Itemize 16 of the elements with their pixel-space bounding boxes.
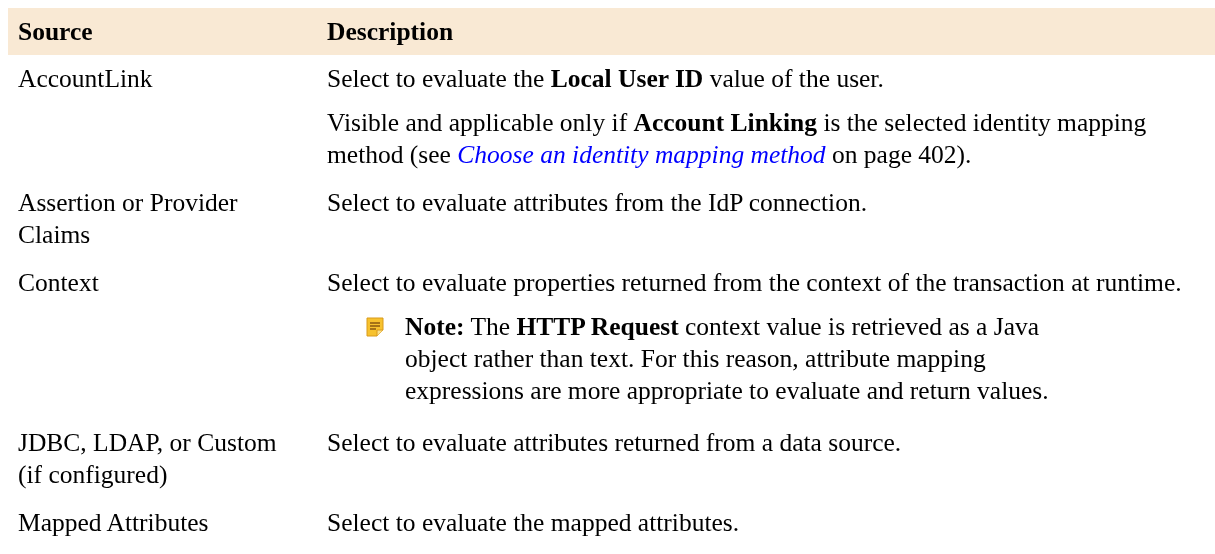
description-text: Visible and applicable only if Account Linking is the selected identity mapping method (see Choose an identity mapping method on page 402). bbox=[327, 107, 1148, 171]
note-icon bbox=[365, 317, 385, 337]
column-header: Source bbox=[17, 15, 94, 48]
source-cell-text: Mapped Attributes bbox=[17, 507, 210, 539]
column-header: Description bbox=[327, 15, 455, 48]
note-text: Note: The HTTP Request context value is retrieved as a Java object rather than text. For this reason, attribute mapping expressions are more appropriate to evaluate and return values. bbox=[405, 311, 1050, 407]
description-text: Select to evaluate properties returned from the context of the transaction at runtime. bbox=[327, 267, 1183, 299]
source-cell-text: AccountLink bbox=[17, 63, 154, 95]
description-text: Select to evaluate the mapped attributes. bbox=[327, 507, 741, 539]
description-text: Select to evaluate the Local User ID value of the user. bbox=[327, 63, 885, 95]
description-text: Select to evaluate attributes from the IdP connection. bbox=[327, 187, 869, 219]
source-cell-text: JDBC, LDAP, or Custom (if configured) bbox=[17, 427, 278, 491]
source-cell-text: Context bbox=[17, 267, 100, 299]
source-cell-text: Assertion or Provider Claims bbox=[17, 187, 239, 251]
link[interactable]: Choose an identity mapping method bbox=[457, 140, 826, 169]
description-text: Select to evaluate attributes returned from a data source. bbox=[327, 427, 903, 459]
